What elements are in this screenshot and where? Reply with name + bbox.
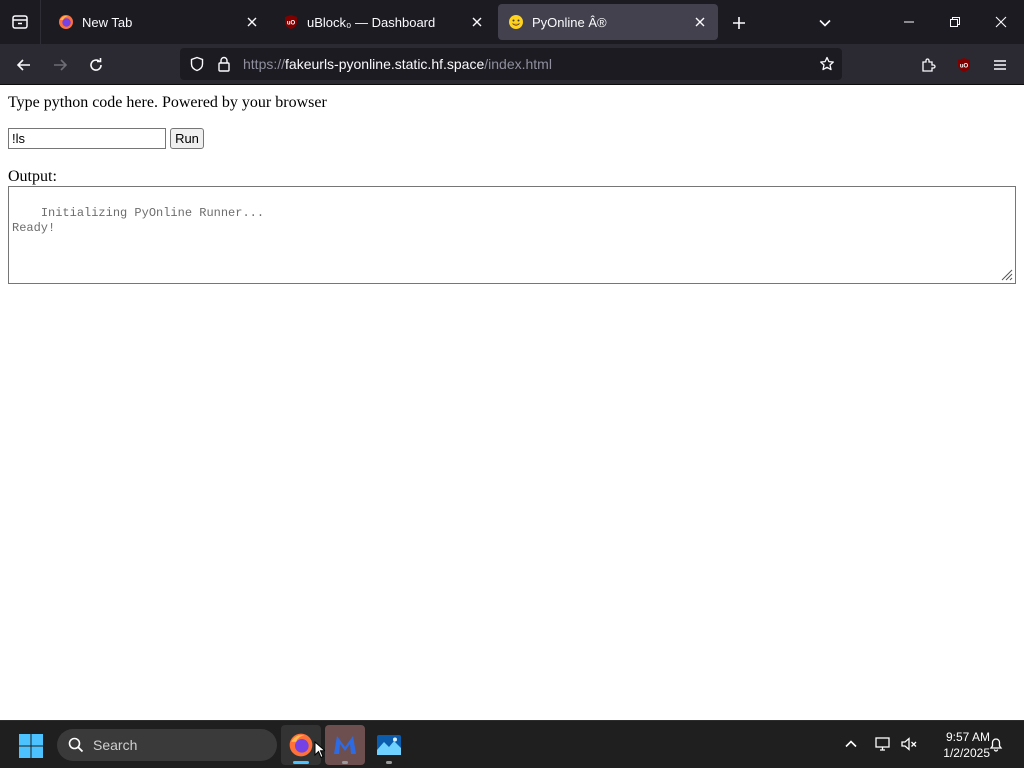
run-button[interactable]: Run <box>170 128 204 149</box>
output-label: Output: <box>8 168 57 185</box>
close-icon <box>695 17 705 27</box>
code-input[interactable] <box>8 128 166 149</box>
lock-icon[interactable] <box>217 56 231 72</box>
shield-icon[interactable] <box>189 56 205 72</box>
close-tab-button[interactable] <box>244 14 260 30</box>
tab-title: New Tab <box>82 14 133 30</box>
close-tab-button[interactable] <box>692 14 708 30</box>
app-running-indicator <box>386 761 392 764</box>
malwarebytes-icon <box>334 736 356 754</box>
url-text[interactable]: https://fakeurls-pyonline.static.hf.spac… <box>243 56 552 72</box>
output-text: Initializing PyOnline Runner... Ready! <box>12 206 265 235</box>
system-clock[interactable]: 9:57 AM 1/2/2025 <box>924 729 990 761</box>
back-button[interactable] <box>11 52 37 78</box>
app-running-indicator <box>342 761 348 764</box>
network-icon <box>875 737 890 751</box>
clock-time: 9:57 AM <box>945 730 990 744</box>
tab-ublock-dashboard[interactable]: uO uBlock₀ — Dashboard <box>273 4 495 40</box>
chevron-up-icon <box>845 740 857 748</box>
star-icon[interactable] <box>819 56 835 72</box>
firefox-view-icon <box>12 15 28 29</box>
restore-icon <box>950 17 960 27</box>
tab-new-tab[interactable]: New Tab <box>48 4 270 40</box>
tab-title: PyOnline Â® <box>532 14 607 30</box>
search-icon <box>68 737 84 753</box>
active-app-indicator <box>293 761 309 764</box>
arrow-left-icon <box>16 59 30 71</box>
ublock-icon: uO <box>958 58 970 72</box>
url-scheme: https:// <box>243 56 286 72</box>
list-all-tabs-button[interactable] <box>814 12 836 34</box>
minimize-button[interactable] <box>886 0 932 44</box>
puzzle-icon <box>922 58 936 72</box>
firefox-icon <box>59 15 73 29</box>
bell-icon <box>989 738 1003 752</box>
output-textarea[interactable]: Initializing PyOnline Runner... Ready! <box>8 186 1016 284</box>
show-hidden-icons-button[interactable] <box>840 733 862 755</box>
ublock-toolbar-button[interactable]: uO <box>951 52 977 78</box>
close-icon <box>247 17 257 27</box>
svg-text:uO: uO <box>287 21 296 27</box>
page-content: Type python code here. Powered by your b… <box>0 85 1024 720</box>
windows-start-icon[interactable] <box>16 731 46 761</box>
windows-taskbar: Search 9:57 AM 1/2/2025 <box>0 720 1024 768</box>
new-tab-button[interactable] <box>728 12 750 34</box>
minimize-icon <box>904 21 914 23</box>
hugging-face-icon <box>509 15 523 29</box>
address-bar[interactable]: https://fakeurls-pyonline.static.hf.spac… <box>180 48 842 80</box>
network-button[interactable] <box>872 733 894 755</box>
svg-text:uO: uO <box>960 64 969 70</box>
reload-button[interactable] <box>83 52 109 78</box>
close-icon <box>472 17 482 27</box>
url-host: fakeurls-pyonline.static.hf.space <box>285 56 485 72</box>
photos-icon <box>377 735 401 755</box>
resize-grip-icon[interactable] <box>999 267 1013 281</box>
taskbar-app-photos[interactable] <box>369 725 409 765</box>
volume-button[interactable] <box>898 733 920 755</box>
close-window-button[interactable] <box>978 0 1024 44</box>
firefox-view-button[interactable] <box>0 0 40 44</box>
arrow-right-icon <box>54 59 68 71</box>
intro-text: Type python code here. Powered by your b… <box>8 94 327 111</box>
tab-title: uBlock₀ — Dashboard <box>307 14 436 30</box>
speaker-muted-icon <box>901 737 917 751</box>
extensions-button[interactable] <box>915 52 941 78</box>
app-menu-button[interactable] <box>987 52 1013 78</box>
taskbar-app-malwarebytes[interactable] <box>325 725 365 765</box>
firefox-icon <box>289 733 313 757</box>
hamburger-menu-icon <box>994 60 1006 70</box>
notifications-button[interactable] <box>985 733 1007 755</box>
clock-date: 1/2/2025 <box>943 746 990 760</box>
close-tab-button[interactable] <box>469 14 485 30</box>
reload-icon <box>90 58 102 71</box>
forward-button[interactable] <box>47 52 73 78</box>
chevron-down-icon <box>819 19 831 27</box>
taskbar-search-box[interactable]: Search <box>57 729 277 761</box>
restore-button[interactable] <box>932 0 978 44</box>
ublock-icon: uO <box>285 15 297 29</box>
url-path: /index.html <box>484 56 552 72</box>
plus-icon <box>733 17 745 29</box>
tab-bar: New Tab uO uBlock₀ — Dashboard PyOnline … <box>0 0 1024 44</box>
navigation-toolbar: https://fakeurls-pyonline.static.hf.spac… <box>0 44 1024 85</box>
close-icon <box>995 16 1007 28</box>
tab-separator <box>40 0 41 44</box>
tab-pyonline[interactable]: PyOnline Â® <box>498 4 718 40</box>
search-placeholder: Search <box>93 737 138 753</box>
